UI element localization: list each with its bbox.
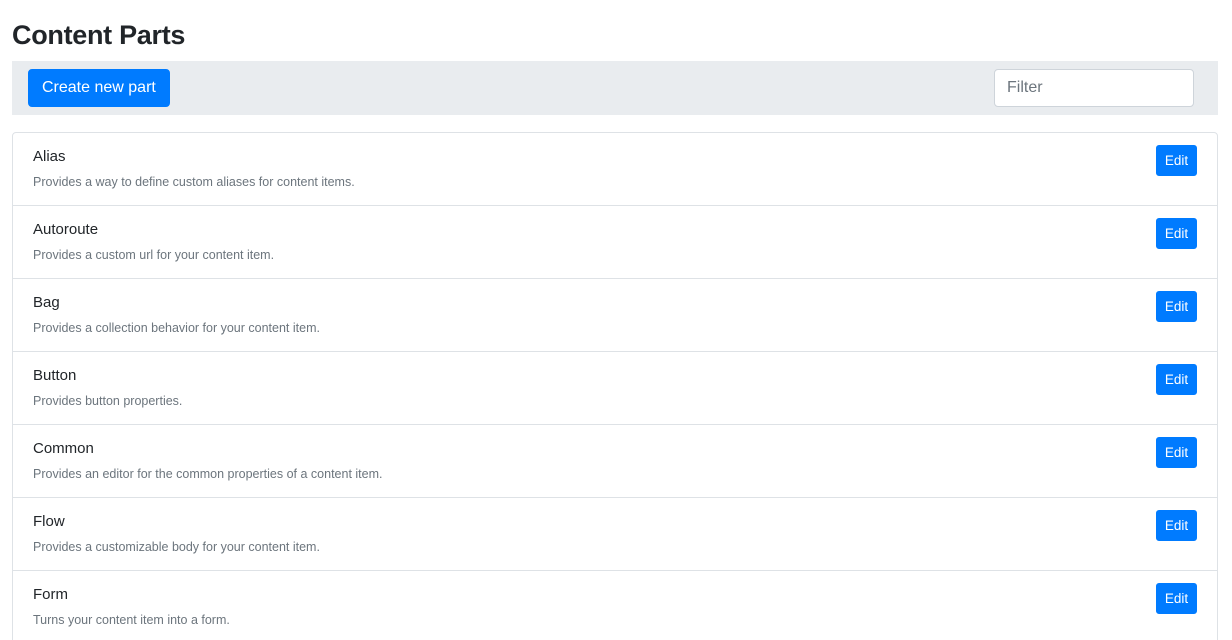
edit-button[interactable]: Edit xyxy=(1156,145,1197,176)
list-item: Button Provides button properties. Edit xyxy=(13,352,1217,425)
part-name: Alias xyxy=(33,148,66,165)
part-name: Autoroute xyxy=(33,221,99,238)
edit-button[interactable]: Edit xyxy=(1156,364,1197,395)
edit-button[interactable]: Edit xyxy=(1156,437,1197,468)
list-item: Common Provides an editor for the common… xyxy=(13,425,1217,498)
part-description: Provides an editor for the common proper… xyxy=(33,467,383,481)
part-name: Flow xyxy=(33,513,65,530)
part-description: Turns your content item into a form. xyxy=(33,613,230,627)
part-name: Common xyxy=(33,440,94,457)
list-item: Flow Provides a customizable body for yo… xyxy=(13,498,1217,571)
filter-input[interactable] xyxy=(994,69,1194,107)
list-item: Bag Provides a collection behavior for y… xyxy=(13,279,1217,352)
part-name: Button xyxy=(33,367,77,384)
create-new-part-button[interactable]: Create new part xyxy=(28,69,170,107)
list-item: Autoroute Provides a custom url for your… xyxy=(13,206,1217,279)
part-description: Provides a way to define custom aliases … xyxy=(33,175,355,189)
list-item: Alias Provides a way to define custom al… xyxy=(13,133,1217,206)
parts-list: Alias Provides a way to define custom al… xyxy=(12,132,1218,640)
edit-button[interactable]: Edit xyxy=(1156,218,1197,249)
edit-button[interactable]: Edit xyxy=(1156,291,1197,322)
list-item: Form Turns your content item into a form… xyxy=(13,571,1217,640)
part-description: Provides button properties. xyxy=(33,394,183,408)
part-name: Form xyxy=(33,586,68,603)
edit-button[interactable]: Edit xyxy=(1156,510,1197,541)
page-title: Content Parts xyxy=(12,20,186,50)
toolbar: Create new part xyxy=(12,61,1218,115)
part-description: Provides a customizable body for your co… xyxy=(33,540,320,554)
page: Content Parts Create new part Alias Prov… xyxy=(0,0,1232,640)
part-description: Provides a custom url for your content i… xyxy=(33,248,275,262)
edit-button[interactable]: Edit xyxy=(1156,583,1197,614)
part-name: Bag xyxy=(33,294,60,311)
part-description: Provides a collection behavior for your … xyxy=(33,321,320,335)
